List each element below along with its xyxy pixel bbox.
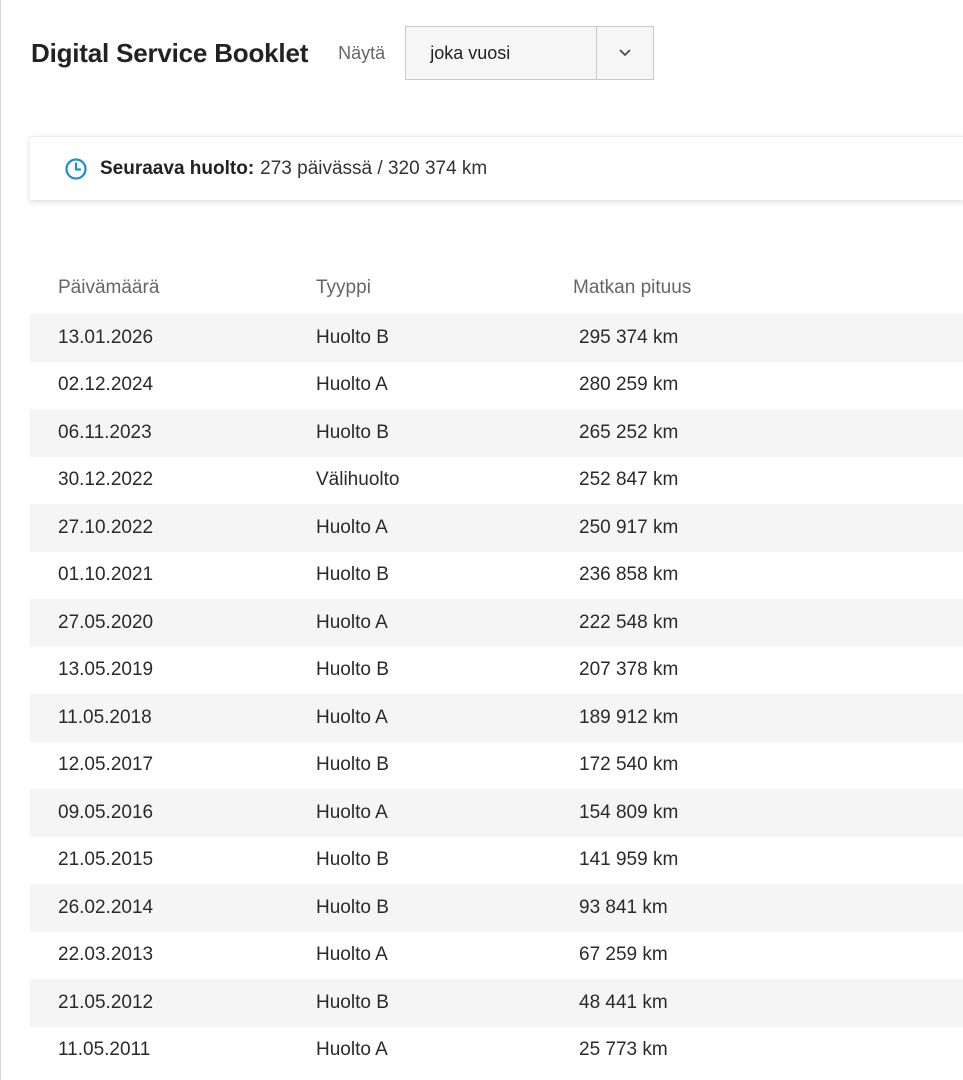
cell-distance: 252 847 km — [579, 469, 679, 491]
cell-distance: 222 548 km — [579, 611, 679, 633]
service-history-table: Päivämäärä Tyyppi Matkan pituus 13.01.20… — [30, 262, 963, 1074]
cell-type: Huolto A — [316, 944, 388, 966]
cell-date: 06.11.2023 — [58, 421, 152, 443]
table-row: 06.11.2023 Huolto B 265 252 km — [30, 409, 963, 457]
cell-distance: 265 252 km — [579, 421, 679, 443]
interval-select[interactable]: joka vuosi — [405, 26, 655, 80]
page-title: Digital Service Booklet — [31, 37, 309, 68]
cell-distance: 295 374 km — [579, 326, 679, 348]
next-service-notice: Seuraava huolto: 273 päivässä / 320 374 … — [30, 136, 963, 200]
cell-date: 12.05.2017 — [58, 754, 154, 776]
cell-distance: 236 858 km — [579, 564, 679, 586]
cell-date: 26.02.2014 — [58, 896, 154, 918]
page-header: Digital Service Booklet Näytä joka vuosi — [31, 25, 655, 81]
cell-date: 01.10.2021 — [58, 564, 154, 586]
cell-type: Huolto A — [316, 611, 388, 633]
cell-distance: 154 809 km — [579, 801, 679, 823]
cell-type: Huolto B — [316, 896, 389, 918]
cell-type: Välihuolto — [316, 469, 400, 491]
column-header-date: Päivämäärä — [58, 277, 160, 298]
table-row: 12.05.2017 Huolto B 172 540 km — [30, 742, 963, 790]
cell-type: Huolto A — [316, 706, 388, 728]
service-booklet-page: Digital Service Booklet Näytä joka vuosi… — [0, 0, 963, 1080]
interval-select-toggle[interactable] — [596, 27, 653, 79]
cell-date: 11.05.2018 — [58, 706, 152, 728]
cell-distance: 280 259 km — [579, 374, 679, 396]
table-row: 09.05.2016 Huolto A 154 809 km — [30, 789, 963, 837]
next-service-value: 273 päivässä / 320 374 km — [260, 157, 488, 179]
cell-distance: 93 841 km — [579, 896, 668, 918]
cell-distance: 67 259 km — [579, 944, 668, 966]
cell-distance: 172 540 km — [579, 754, 679, 776]
cell-type: Huolto B — [316, 991, 389, 1013]
cell-type: Huolto A — [316, 801, 388, 823]
cell-distance: 250 917 km — [579, 516, 679, 538]
table-row: 26.02.2014 Huolto B 93 841 km — [30, 884, 963, 932]
column-header-type: Tyyppi — [316, 277, 371, 298]
cell-type: Huolto B — [316, 754, 389, 776]
cell-date: 30.12.2022 — [58, 469, 154, 491]
cell-distance: 25 773 km — [579, 1039, 668, 1061]
cell-type: Huolto A — [316, 374, 388, 396]
table-row: 21.05.2012 Huolto B 48 441 km — [30, 979, 963, 1027]
cell-distance: 207 378 km — [579, 659, 679, 681]
table-row: 30.12.2022 Välihuolto 252 847 km — [30, 457, 963, 505]
table-row: 22.03.2013 Huolto A 67 259 km — [30, 932, 963, 980]
cell-type: Huolto B — [316, 659, 389, 681]
cell-type: Huolto A — [316, 1039, 388, 1061]
cell-date: 21.05.2015 — [58, 849, 154, 871]
cell-type: Huolto B — [316, 564, 389, 586]
table-row: 27.10.2022 Huolto A 250 917 km — [30, 504, 963, 552]
cell-date: 22.03.2013 — [58, 944, 154, 966]
table-row: 13.01.2026 Huolto B 295 374 km — [30, 314, 963, 362]
cell-date: 21.05.2012 — [58, 991, 154, 1013]
cell-date: 11.05.2011 — [58, 1039, 151, 1061]
cell-type: Huolto A — [316, 516, 388, 538]
cell-distance: 141 959 km — [579, 849, 679, 871]
table-row: 11.05.2011 Huolto A 25 773 km — [30, 1027, 963, 1075]
clock-icon — [64, 157, 88, 181]
cell-date: 09.05.2016 — [58, 801, 154, 823]
table-row: 13.05.2019 Huolto B 207 378 km — [30, 647, 963, 695]
cell-type: Huolto B — [316, 849, 389, 871]
table-body: 13.01.2026 Huolto B 295 374 km 02.12.2024 Hu… — [30, 314, 963, 1074]
chevron-down-icon — [618, 44, 632, 62]
cell-date: 27.10.2022 — [58, 516, 154, 538]
cell-date: 27.05.2020 — [58, 611, 154, 633]
cell-distance: 48 441 km — [579, 991, 668, 1013]
cell-date: 13.05.2019 — [58, 659, 154, 681]
cell-type: Huolto B — [316, 326, 389, 348]
show-filter-label: Näytä — [338, 42, 386, 63]
cell-type: Huolto B — [316, 421, 389, 443]
table-row: 21.05.2015 Huolto B 141 959 km — [30, 837, 963, 885]
column-header-distance: Matkan pituus — [573, 277, 692, 298]
interval-select-value[interactable]: joka vuosi — [406, 27, 596, 79]
cell-date: 02.12.2024 — [58, 374, 154, 396]
table-header: Päivämäärä Tyyppi Matkan pituus — [30, 262, 963, 314]
table-row: 02.12.2024 Huolto A 280 259 km — [30, 362, 963, 410]
table-row: 11.05.2018 Huolto A 189 912 km — [30, 694, 963, 742]
next-service-label: Seuraava huolto: — [100, 157, 255, 179]
table-row: 27.05.2020 Huolto A 222 548 km — [30, 599, 963, 647]
cell-date: 13.01.2026 — [58, 326, 154, 348]
cell-distance: 189 912 km — [579, 706, 679, 728]
table-row: 01.10.2021 Huolto B 236 858 km — [30, 552, 963, 600]
